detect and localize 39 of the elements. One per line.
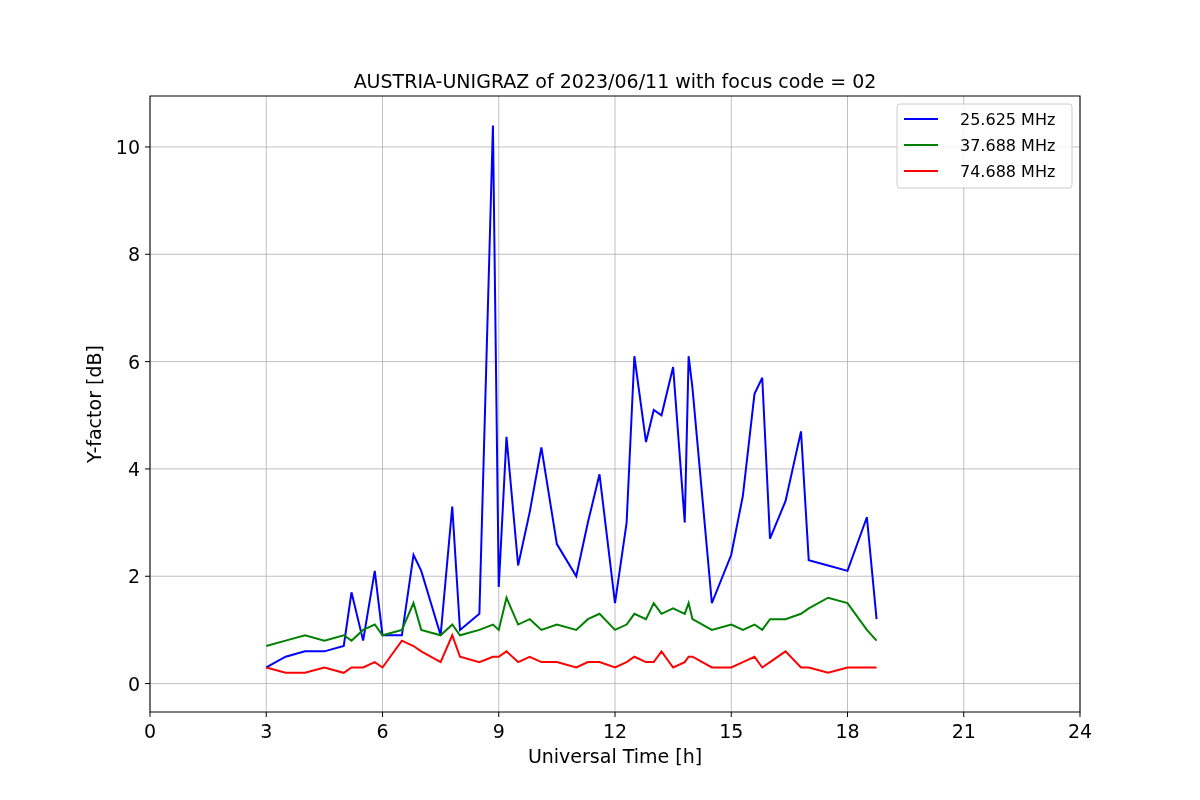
tick-label: 15 [719,720,744,742]
tick-mark [1079,711,1081,718]
tick-mark [382,711,383,718]
tick-label: 6 [127,350,140,373]
tick-mark [144,146,151,148]
legend-label: 74.688 MHz [960,162,1056,181]
tick-label: 4 [127,457,140,480]
chart-title: AUSTRIA-UNIGRAZ of 2023/06/11 with focus code = 02 [353,70,877,92]
tick-label: 3 [260,720,273,742]
tick-mark [144,575,151,577]
tick-label: 6 [376,720,389,742]
tick-mark [144,253,151,255]
tick-label: 2 [127,565,140,588]
tick-label: 0 [143,720,157,742]
tick-mark [149,711,151,718]
tick-mark [144,468,151,470]
tick-label: 8 [127,243,140,266]
legend-line-icon [903,118,939,120]
y-axis-label: Y-factor [dB] [83,345,105,463]
tick-mark [730,711,732,718]
legend-label: 37.688 MHz [960,136,1056,155]
tick-label: 12 [602,720,628,742]
tick-label: 21 [951,720,976,742]
tick-label: 0 [127,672,140,695]
legend-line-icon [903,144,939,146]
tick-label: 9 [492,720,505,742]
tick-mark [265,711,267,718]
tick-mark [144,683,151,685]
tick-mark [498,711,500,718]
tick-label: 18 [835,720,860,742]
x-axis-label: Universal Time [h] [527,745,703,767]
tick-mark [963,711,965,718]
tick-mark [614,711,616,718]
tick-mark [847,711,848,718]
legend-label: 25.625 MHz [960,110,1056,129]
legend-line-icon [903,170,939,172]
tick-mark [144,361,151,363]
tick-label: 10 [115,136,140,158]
tick-label: 24 [1067,720,1093,742]
